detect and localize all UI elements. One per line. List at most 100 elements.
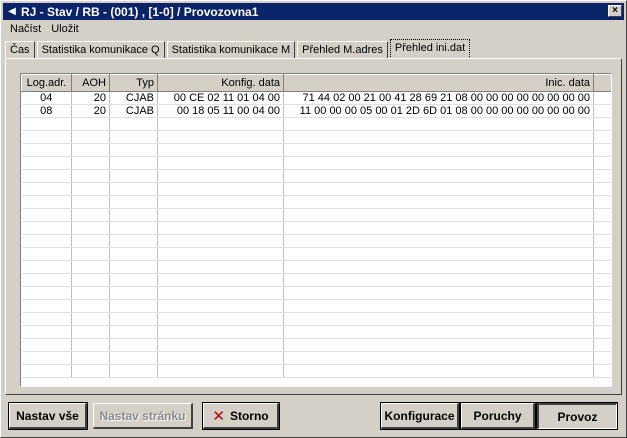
close-button[interactable]: × [608, 5, 622, 17]
empty-row [21, 143, 611, 157]
empty-cell [593, 351, 611, 365]
empty-cell [593, 338, 611, 352]
table-row[interactable]: 08 20 CJAB 00 18 05 11 00 04 00 11 00 00… [21, 104, 611, 118]
operation-button[interactable]: Provoz [536, 402, 618, 430]
cell-inic-data: 71 44 02 00 21 00 41 28 69 21 08 00 00 0… [283, 91, 594, 105]
cell-aoh: 20 [71, 104, 110, 118]
empty-cell [283, 221, 594, 235]
empty-cell [157, 182, 284, 196]
menu-load[interactable]: Načíst [5, 21, 46, 37]
empty-cell [283, 364, 594, 378]
empty-cell [71, 351, 110, 365]
empty-cell [71, 299, 110, 313]
set-all-button[interactable]: Nastav vše [8, 402, 88, 430]
column-header-aoh[interactable]: AOH [71, 74, 110, 92]
empty-cell [283, 286, 594, 300]
empty-cell [21, 221, 72, 235]
empty-cell [283, 299, 594, 313]
table-row[interactable]: 04 20 CJAB 00 CE 02 11 01 04 00 71 44 02… [21, 91, 611, 105]
empty-cell [593, 273, 611, 287]
empty-cell [157, 247, 284, 261]
empty-cell [157, 286, 284, 300]
button-bar: Nastav vše Nastav stránku ✕ Storno Konfi… [5, 401, 622, 433]
title-bar[interactable]: ◀ RJ - Stav / RB - (001) , [1-0] / Provo… [3, 3, 624, 20]
empty-cell [21, 338, 72, 352]
empty-cell [109, 312, 158, 326]
empty-cell [71, 234, 110, 248]
empty-cell [21, 195, 72, 209]
column-header-filler [593, 74, 611, 92]
empty-cell [71, 169, 110, 183]
empty-cell [109, 169, 158, 183]
empty-cell [157, 234, 284, 248]
empty-cell [71, 195, 110, 209]
tab-statistika-m[interactable]: Statistika komunikace M [166, 41, 296, 59]
empty-cell [21, 182, 72, 196]
empty-cell [21, 312, 72, 326]
set-page-button[interactable]: Nastav stránku [93, 403, 193, 429]
data-grid[interactable]: Log.adr. AOH Typ Konfig. data Inic. data… [20, 73, 612, 387]
empty-cell [21, 234, 72, 248]
empty-cell [71, 221, 110, 235]
tab-panel: Log.adr. AOH Typ Konfig. data Inic. data… [5, 58, 622, 395]
column-header-konfig-data[interactable]: Konfig. data [157, 74, 284, 92]
empty-cell [283, 156, 594, 170]
empty-cell [71, 130, 110, 144]
empty-cell [21, 260, 72, 274]
empty-cell [283, 143, 594, 157]
empty-cell [109, 351, 158, 365]
empty-cell [283, 169, 594, 183]
column-header-typ[interactable]: Typ [109, 74, 158, 92]
cell-typ: CJAB [109, 104, 158, 118]
empty-cell [283, 117, 594, 131]
empty-row [21, 273, 611, 287]
empty-cell [283, 312, 594, 326]
empty-cell [157, 312, 284, 326]
empty-cell [283, 195, 594, 209]
menu-save[interactable]: Uložit [46, 21, 84, 37]
empty-cell [109, 364, 158, 378]
empty-cell [109, 234, 158, 248]
empty-cell [593, 143, 611, 157]
empty-row [21, 338, 611, 352]
empty-cell [283, 234, 594, 248]
column-header-log-adr[interactable]: Log.adr. [21, 74, 72, 92]
empty-cell [21, 351, 72, 365]
cancel-button-label: Storno [229, 408, 269, 423]
empty-cell [157, 130, 284, 144]
empty-cell [71, 273, 110, 287]
empty-cell [71, 156, 110, 170]
empty-cell [283, 338, 594, 352]
tab-cas[interactable]: Čas [5, 41, 35, 59]
empty-row [21, 325, 611, 339]
column-header-inic-data[interactable]: Inic. data [283, 74, 594, 92]
empty-cell [283, 182, 594, 196]
tab-prehled-madres[interactable]: Přehled M.adres [297, 41, 388, 59]
empty-cell [157, 117, 284, 131]
empty-row [21, 117, 611, 131]
faults-button[interactable]: Poruchy [460, 402, 536, 430]
empty-cell [593, 260, 611, 274]
empty-cell [71, 182, 110, 196]
empty-cell [283, 273, 594, 287]
tab-statistika-q[interactable]: Statistika komunikace Q [36, 41, 165, 59]
empty-cell [157, 299, 284, 313]
tab-prehled-inidat[interactable]: Přehled ini.dat [389, 39, 471, 59]
empty-cell [157, 338, 284, 352]
empty-row [21, 156, 611, 170]
empty-cell [157, 273, 284, 287]
empty-cell [157, 143, 284, 157]
empty-cell [593, 117, 611, 131]
cancel-x-icon: ✕ [212, 407, 225, 425]
empty-cell [283, 351, 594, 365]
empty-cell [283, 325, 594, 339]
empty-cell [21, 208, 72, 222]
empty-cell [109, 117, 158, 131]
empty-cell [283, 260, 594, 274]
cancel-button[interactable]: ✕ Storno [202, 402, 280, 430]
empty-row [21, 130, 611, 144]
empty-cell [21, 130, 72, 144]
empty-cell [593, 325, 611, 339]
configuration-button[interactable]: Konfigurace [380, 402, 460, 430]
empty-cell [593, 169, 611, 183]
